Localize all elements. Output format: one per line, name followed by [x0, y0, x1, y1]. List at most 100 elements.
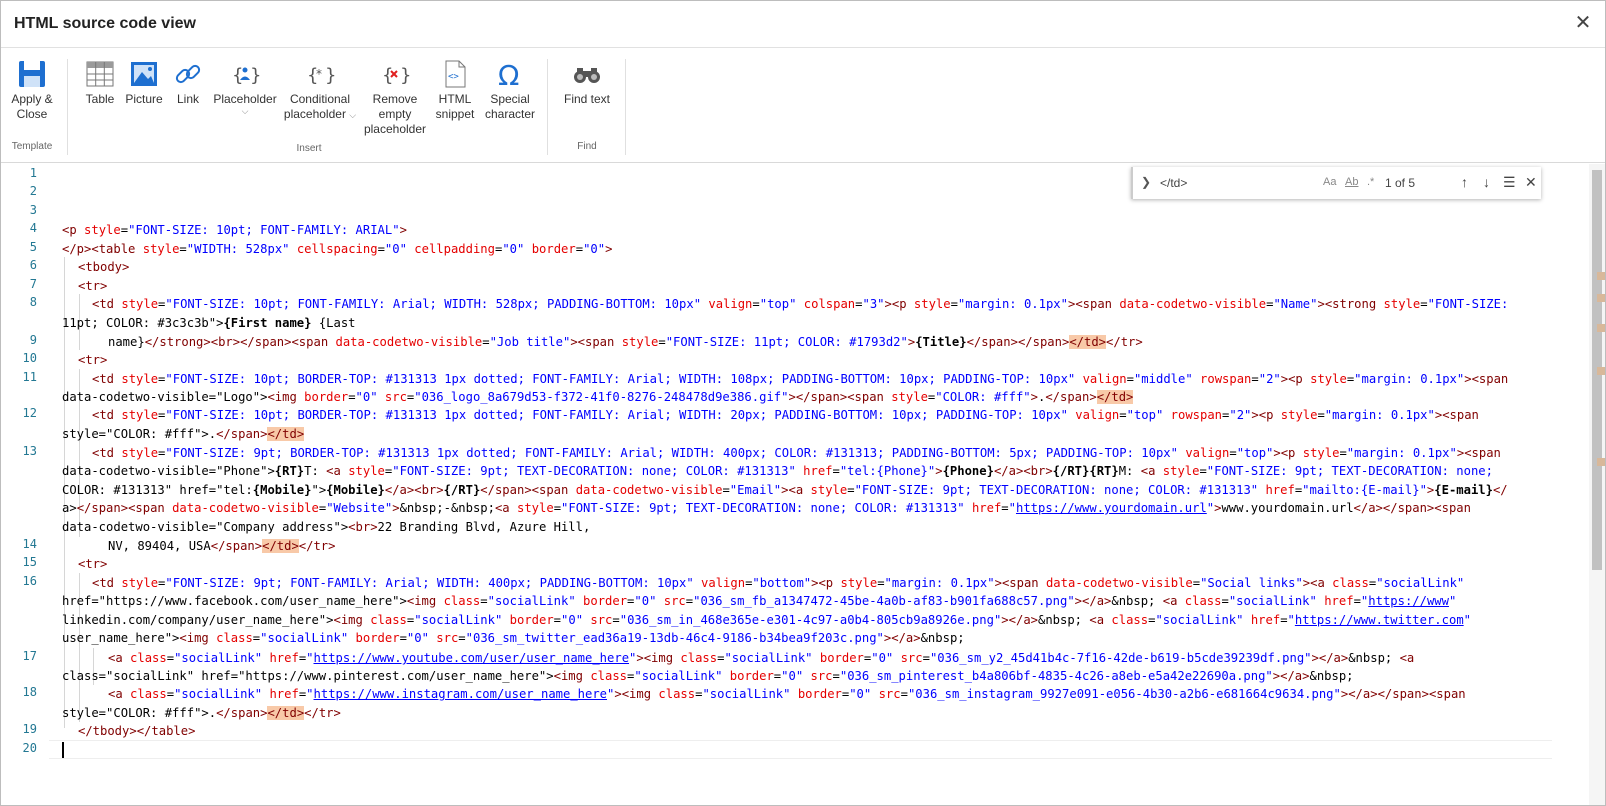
- line-number: 13: [22, 444, 37, 458]
- dialog-titlebar: HTML source code view ✕: [1, 1, 1605, 48]
- code-line: <tr>: [78, 279, 108, 293]
- code-line: <a class="socialLink" href="https://www.…: [108, 651, 1415, 665]
- code-editor[interactable]: 1 2 3 4 5 6 7 8 9 10 11 12 13 14 15 16 1…: [1, 164, 1605, 805]
- ribbon-toolbar: Apply & Close Template Table Picture Lin…: [1, 49, 1605, 163]
- code-line: <p style="FONT-SIZE: 10pt; FONT-FAMILY: …: [62, 223, 407, 237]
- code-line: </p><table style="WIDTH: 528px" cellspac…: [62, 242, 613, 256]
- remove-placeholder-icon: {}: [380, 59, 411, 89]
- code-content[interactable]: <p style="FONT-SIZE: 10pt; FONT-FAMILY: …: [62, 164, 1552, 738]
- line-number: 3: [29, 203, 37, 217]
- code-line: <td style="FONT-SIZE: 10pt; FONT-FAMILY:…: [92, 297, 1509, 311]
- previous-match-arrow-up-icon[interactable]: ↑: [1461, 174, 1468, 190]
- line-number: 17: [22, 649, 37, 663]
- html-snippet-button[interactable]: <> HTML snippet: [433, 59, 477, 122]
- special-character-button[interactable]: Ω Special character: [485, 59, 535, 122]
- vertical-scrollbar[interactable]: [1589, 164, 1605, 805]
- remove-label: Remove: [372, 92, 418, 106]
- current-line-highlight: [49, 740, 1552, 759]
- table-icon: [85, 59, 115, 89]
- svg-text:{: {: [232, 65, 243, 86]
- code-line: COLOR: #131313" href="tel:{Mobile}">{Mob…: [62, 483, 1508, 497]
- svg-text:Ω: Ω: [498, 59, 519, 89]
- svg-text:}: }: [250, 65, 260, 86]
- line-number: 4: [29, 221, 37, 235]
- code-line: data-codetwo-visible="Company address"><…: [62, 520, 591, 534]
- find-match-marker: [1597, 324, 1605, 332]
- table-button[interactable]: Table: [81, 59, 119, 107]
- code-line: class="socialLink" href="https://www.pin…: [62, 669, 1354, 683]
- group-separator: [67, 59, 68, 155]
- find-match-marker: [1597, 367, 1605, 375]
- conditional-placeholder-button[interactable]: {}* Conditional placeholder ⌵: [283, 59, 357, 123]
- picture-button[interactable]: Picture: [123, 59, 165, 107]
- html-source-dialog: HTML source code view ✕ Apply & Close Te…: [0, 0, 1606, 806]
- whole-word-toggle[interactable]: Ab: [1345, 176, 1358, 188]
- binoculars-icon: [572, 59, 602, 89]
- code-line: <td style="FONT-SIZE: 10pt; BORDER-TOP: …: [92, 408, 1479, 422]
- find-widget: ❯ Aa Ab .* 1 of 5 ↑ ↓ ☰ ✕: [1131, 167, 1541, 199]
- link-button[interactable]: Link: [171, 59, 205, 107]
- code-line: 11pt; COLOR: #3c3c3b">{First name} {Last: [62, 316, 356, 330]
- line-number-gutter: 1 2 3 4 5 6 7 8 9 10 11 12 13 14 15 16 1…: [1, 164, 49, 805]
- dialog-title: HTML source code view: [14, 15, 196, 32]
- svg-text:<>: <>: [448, 72, 459, 82]
- placeholder-button[interactable]: {} Placeholder ⌵: [213, 59, 277, 116]
- regex-toggle[interactable]: .*: [1367, 176, 1374, 188]
- line-number: 20: [22, 741, 37, 755]
- code-line: <tbody>: [78, 260, 130, 274]
- text-cursor: [62, 742, 64, 758]
- group-label-template: Template: [11, 141, 53, 152]
- close-icon[interactable]: ✕: [1573, 13, 1593, 33]
- line-number: 5: [29, 240, 37, 254]
- find-match-marker: [1597, 458, 1605, 466]
- group-separator: [625, 59, 626, 155]
- line-number: 2: [29, 184, 37, 198]
- line-number: 7: [29, 277, 37, 291]
- line-number: 1: [29, 166, 37, 180]
- match-case-toggle[interactable]: Aa: [1323, 176, 1336, 188]
- omega-icon: Ω: [495, 59, 525, 92]
- picture-label: Picture: [125, 92, 163, 106]
- find-in-selection-icon[interactable]: ☰: [1503, 174, 1516, 191]
- html-snippet-label: HTML: [438, 92, 472, 106]
- apply-close-button[interactable]: Apply & Close: [9, 59, 55, 122]
- link-label: Link: [176, 92, 199, 106]
- code-line: </tbody></table>: [78, 724, 196, 738]
- code-line: <a class="socialLink" href="https://www.…: [108, 687, 1466, 701]
- code-line: <td style="FONT-SIZE: 9pt; FONT-FAMILY: …: [92, 576, 1465, 590]
- code-line: href="https://www.facebook.com/user_name…: [62, 594, 1457, 608]
- toggle-replace-chevron-icon[interactable]: ❯: [1141, 175, 1151, 189]
- svg-text:*: *: [316, 67, 322, 81]
- placeholder-icon: {}: [230, 59, 261, 89]
- remove-empty-placeholder-button[interactable]: {} Remove empty placeholder: [363, 59, 427, 137]
- table-label: Table: [85, 92, 115, 106]
- find-text-button[interactable]: Find text: [561, 59, 613, 107]
- svg-text:}: }: [325, 65, 335, 86]
- code-line: <tr>: [78, 353, 108, 367]
- line-number: 10: [22, 351, 37, 365]
- match-count: 1 of 5: [1385, 176, 1416, 190]
- find-match-marker: [1597, 272, 1605, 280]
- line-number: 14: [22, 537, 37, 551]
- line-number: 12: [22, 406, 37, 420]
- find-text-label: Find text: [563, 92, 611, 106]
- code-line: style="COLOR: #fff">.</span></td>: [62, 427, 305, 441]
- find-match-marker: [1597, 294, 1605, 302]
- line-number: 19: [22, 722, 37, 736]
- remove-label-3: placeholder: [363, 122, 427, 136]
- code-line: <td style="FONT-SIZE: 10pt; BORDER-TOP: …: [92, 372, 1509, 386]
- group-separator: [547, 59, 548, 155]
- picture-icon: [129, 59, 159, 89]
- code-line: NV, 89404, USA</span></td></tr>: [108, 539, 336, 553]
- close-find-icon[interactable]: ✕: [1525, 174, 1537, 191]
- conditional-label-2-text: placeholder: [283, 107, 346, 121]
- code-line: data-codetwo-visible="Phone">{RT}T: <a s…: [62, 464, 1493, 478]
- code-line: style="COLOR: #fff">.</span></td></tr>: [62, 706, 341, 720]
- next-match-arrow-down-icon[interactable]: ↓: [1483, 174, 1490, 190]
- code-line: user_name_here"><img class="socialLink" …: [62, 631, 965, 645]
- save-icon: [17, 59, 47, 89]
- line-number: 8: [29, 295, 37, 309]
- conditional-label-2: placeholder ⌵: [283, 107, 357, 123]
- group-label-find: Find: [577, 141, 597, 152]
- apply-close-label-2: Close: [16, 107, 48, 121]
